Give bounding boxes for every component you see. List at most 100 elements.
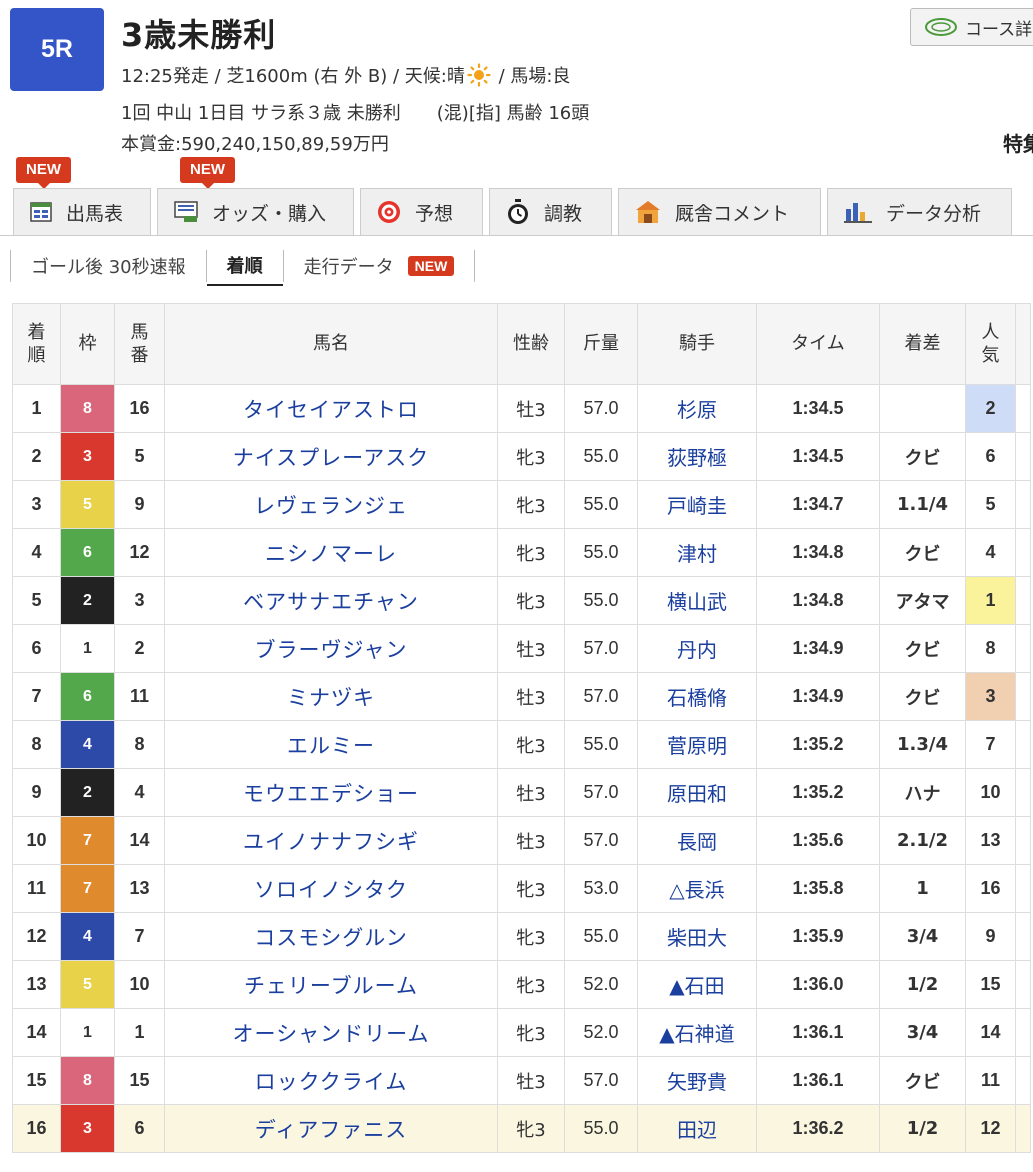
ipat-icon [174,201,198,223]
horse-name-link[interactable]: モウエエデショー [243,782,419,806]
jockey-cell: 杉原 [637,384,757,433]
weight-cell: 55.0 [564,528,638,577]
horse-name-cell: タイセイアストロ [164,384,498,433]
sex-age-cell: 牝3 [497,912,565,961]
umaban-cell: 2 [114,624,165,673]
rank-cell: 15 [12,1056,61,1105]
jockey-link[interactable]: 荻野極 [667,446,727,470]
header-weight: 斤量 [564,303,638,385]
horse-name-cell: ニシノマーレ [164,528,498,577]
jockey-cell: 丹内 [637,624,757,673]
header-jockey: 騎手 [637,303,757,385]
rank-cell: 12 [12,912,61,961]
tab-shutuba[interactable]: 出馬表 [13,188,151,235]
table-row: 8 4 8 エルミー 牝3 55.0 菅原明 1:35.2 1.3/4 7 [12,720,1031,769]
horse-name-link[interactable]: ナイスプレーアスク [233,446,430,470]
waku-cell: 4 [60,720,115,769]
tab-stable-comment[interactable]: 厩舎コメント [618,188,821,235]
time-cell: 1:36.2 [756,1104,880,1153]
jockey-link[interactable]: 原田和 [667,782,727,806]
sex-age-cell: 牝3 [497,432,565,481]
jockey-cell: ▲石田 [637,960,757,1009]
jockey-link[interactable]: 杉原 [677,398,717,422]
time-cell: 1:36.1 [756,1056,880,1105]
margin-cell: 2.1/2 [879,816,966,865]
jockey-link[interactable]: ▲石神道 [659,1022,734,1046]
sex-age-cell: 牡3 [497,624,565,673]
sex-age-cell: 牝3 [497,528,565,577]
tab-yoso[interactable]: 予想 [360,188,483,235]
table-row: 12 4 7 コスモシグルン 牝3 55.0 柴田大 1:35.9 3/4 9 [12,912,1031,961]
table-row: 14 1 1 オーシャンドリーム 牝3 52.0 ▲石神道 1:36.1 3/4 14 [12,1008,1031,1057]
subnav-goal-flash[interactable]: ゴール後 30秒速報 [11,246,206,286]
subnav-running-data[interactable]: 走行データ NEW [284,246,475,286]
jockey-link[interactable]: 柴田大 [667,926,727,950]
horse-name-cell: ミナヅキ [164,672,498,721]
horse-name-link[interactable]: ベアサナエチャン [243,590,419,614]
rank-cell: 9 [12,768,61,817]
jockey-link[interactable]: 津村 [677,542,717,566]
race-start-text: 12:25発走 / 芝1600m (右 外 B) / 天候:晴 [121,66,465,87]
popularity-cell: 14 [965,1008,1016,1057]
horse-name-link[interactable]: コスモシグルン [254,926,408,950]
horse-name-cell: ベアサナエチャン [164,576,498,625]
tab-training[interactable]: 調教 [489,188,612,235]
horse-name-link[interactable]: オーシャンドリーム [233,1022,430,1046]
jockey-link[interactable]: 田辺 [677,1118,717,1142]
sex-age-cell: 牝3 [497,720,565,769]
table-row: 13 5 10 チェリーブルーム 牝3 52.0 ▲石田 1:36.0 1/2 15 [12,960,1031,1009]
extra-cell [1015,624,1031,673]
jockey-link[interactable]: 矢野貴 [667,1070,727,1094]
course-detail-button[interactable]: コース詳 [910,8,1033,46]
table-row: 9 2 4 モウエエデショー 牡3 57.0 原田和 1:35.2 ハナ 10 [12,768,1031,817]
extra-cell [1015,480,1031,529]
jockey-cell: 横山武 [637,576,757,625]
horse-name-link[interactable]: ソロイノシタク [254,878,408,902]
horse-name-cell: ロッククライム [164,1056,498,1105]
horse-name-link[interactable]: ロッククライム [255,1070,408,1094]
horse-name-link[interactable]: ユイノナナフシギ [243,830,419,854]
horse-name-link[interactable]: チェリーブルーム [244,974,418,998]
special-link[interactable]: 特集 [1003,128,1033,157]
waku-cell: 8 [60,384,115,433]
subnav-divider [474,250,476,282]
tab-data-analysis-label: データ分析 [886,202,982,225]
jockey-link[interactable]: 長岡 [677,830,717,854]
weight-cell: 57.0 [564,1056,638,1105]
new-badge-running-data: NEW [407,256,455,276]
horse-name-link[interactable]: タイセイアストロ [243,398,419,422]
horse-name-link[interactable]: ミナヅキ [287,686,375,710]
rank-cell: 11 [12,864,61,913]
jockey-link[interactable]: 丹内 [677,638,717,662]
horse-name-link[interactable]: エルミー [287,734,375,758]
tab-shutuba-label: 出馬表 [66,202,124,225]
jockey-link[interactable]: 戸崎圭 [667,494,727,518]
jockey-link[interactable]: 菅原明 [667,734,727,758]
rank-cell: 4 [12,528,61,577]
subnav-results[interactable]: 着順 [206,246,283,286]
header-rank: 着順 [12,303,61,385]
horse-name-link[interactable]: レヴェランジェ [254,494,408,518]
header-popularity: 人気 [965,303,1016,385]
race-start-info: 12:25発走 / 芝1600m (右 外 B) / 天候:晴 / 馬場:良 [121,62,570,88]
jockey-link[interactable]: 石橋脩 [667,686,727,710]
jockey-link[interactable]: 横山武 [667,590,727,614]
margin-cell: 1.3/4 [879,720,966,769]
horse-name-link[interactable]: ブラーヴジャン [255,638,408,662]
popularity-cell: 6 [965,432,1016,481]
umaban-cell: 16 [114,384,165,433]
tab-odds[interactable]: オッズ・購入 [157,188,354,235]
weight-cell: 55.0 [564,432,638,481]
horse-name-link[interactable]: ニシノマーレ [265,542,397,566]
horse-name-link[interactable]: ディアファニス [255,1118,408,1142]
tab-data-analysis[interactable]: データ分析 [827,188,1012,235]
sex-age-cell: 牡3 [497,1056,565,1105]
rank-cell: 8 [12,720,61,769]
umaban-cell: 6 [114,1104,165,1153]
horse-name-cell: ソロイノシタク [164,864,498,913]
jockey-cell: 田辺 [637,1104,757,1153]
table-row: 15 8 15 ロッククライム 牡3 57.0 矢野貴 1:36.1 クビ 11 [12,1056,1031,1105]
table-icon [30,202,52,222]
jockey-link[interactable]: ▲石田 [669,974,724,998]
jockey-link[interactable]: △長浜 [669,878,724,902]
